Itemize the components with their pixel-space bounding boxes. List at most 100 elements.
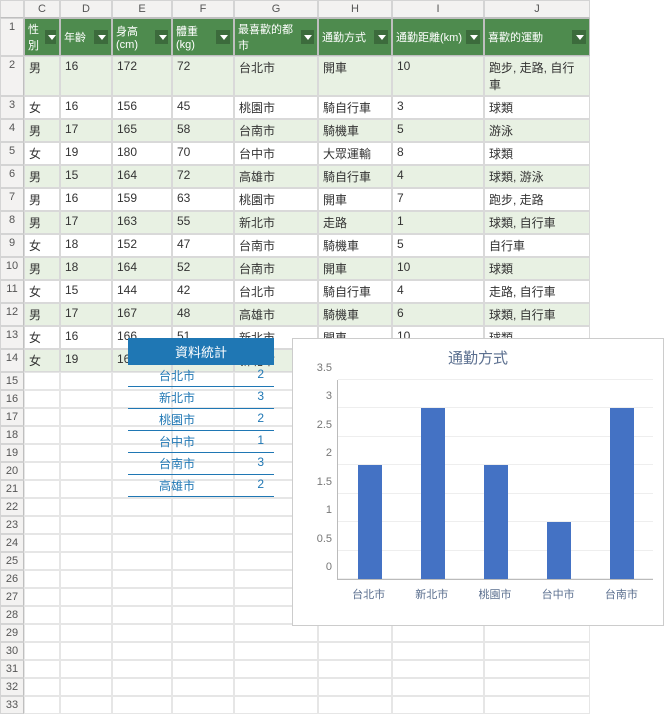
cell[interactable]: 18 [60,257,112,280]
cell[interactable]: 球類 [484,142,590,165]
cell[interactable]: 163 [112,211,172,234]
cell[interactable] [172,588,234,606]
cell[interactable]: 男 [24,303,60,326]
cell[interactable]: 球類 [484,257,590,280]
cell[interactable]: 桃園市 [234,188,318,211]
cell[interactable] [484,624,590,642]
cell[interactable]: 男 [24,56,60,96]
cell[interactable]: 17 [60,303,112,326]
cell[interactable]: 男 [24,188,60,211]
cell[interactable] [24,426,60,444]
cell[interactable]: 4 [392,165,484,188]
col-header[interactable]: I [392,0,484,18]
cell[interactable] [60,606,112,624]
cell[interactable]: 1 [392,211,484,234]
cell[interactable] [112,696,172,714]
cell[interactable]: 58 [172,119,234,142]
row-header[interactable]: 2 [0,56,24,96]
cell[interactable]: 騎自行車 [318,165,392,188]
cell[interactable] [172,696,234,714]
cell[interactable] [112,606,172,624]
cell[interactable]: 騎自行車 [318,96,392,119]
row-header[interactable]: 31 [0,660,24,678]
cell[interactable]: 台中市 [234,142,318,165]
cell[interactable]: 女 [24,96,60,119]
table-header[interactable]: 通勤距離(km) [392,18,484,56]
cell[interactable] [60,552,112,570]
cell[interactable] [172,624,234,642]
row-header[interactable]: 14 [0,349,24,372]
row-header[interactable]: 3 [0,96,24,119]
cell[interactable] [112,534,172,552]
row-header[interactable]: 1 [0,18,24,56]
cell[interactable] [112,624,172,642]
cell[interactable] [24,462,60,480]
cell[interactable] [318,696,392,714]
cell[interactable] [392,678,484,696]
cell[interactable]: 球類, 游泳 [484,165,590,188]
table-header[interactable]: 最喜歡的都市 [234,18,318,56]
row-header[interactable]: 4 [0,119,24,142]
cell[interactable]: 男 [24,257,60,280]
cell[interactable]: 144 [112,280,172,303]
cell[interactable] [172,552,234,570]
cell[interactable] [60,660,112,678]
cell[interactable]: 5 [392,234,484,257]
row-header[interactable]: 26 [0,570,24,588]
cell[interactable]: 騎機車 [318,119,392,142]
cell[interactable]: 3 [392,96,484,119]
cell[interactable]: 52 [172,257,234,280]
cell[interactable]: 開車 [318,257,392,280]
cell[interactable]: 騎機車 [318,303,392,326]
row-header[interactable]: 24 [0,534,24,552]
col-header[interactable]: H [318,0,392,18]
row-header[interactable]: 32 [0,678,24,696]
cell[interactable]: 高雄市 [234,165,318,188]
cell[interactable] [60,372,112,390]
cell[interactable]: 19 [60,349,112,372]
cell[interactable] [484,678,590,696]
cell[interactable]: 18 [60,234,112,257]
cell[interactable] [60,642,112,660]
row-header[interactable]: 29 [0,624,24,642]
cell[interactable]: 55 [172,211,234,234]
cell[interactable]: 跑步, 走路 [484,188,590,211]
row-header[interactable]: 30 [0,642,24,660]
cell[interactable] [60,426,112,444]
cell[interactable]: 男 [24,119,60,142]
cell[interactable] [392,696,484,714]
cell[interactable] [60,696,112,714]
cell[interactable]: 女 [24,234,60,257]
cell[interactable] [234,624,318,642]
cell[interactable] [234,642,318,660]
filter-dropdown-icon[interactable] [45,30,56,44]
cell[interactable]: 15 [60,165,112,188]
filter-dropdown-icon[interactable] [466,30,480,44]
cell[interactable] [172,660,234,678]
row-header[interactable]: 27 [0,588,24,606]
row-header[interactable]: 17 [0,408,24,426]
cell[interactable]: 16 [60,56,112,96]
cell[interactable]: 女 [24,280,60,303]
cell[interactable] [24,696,60,714]
cell[interactable]: 騎機車 [318,234,392,257]
row-header[interactable]: 19 [0,444,24,462]
row-header[interactable]: 12 [0,303,24,326]
cell[interactable]: 球類, 自行車 [484,211,590,234]
row-header[interactable]: 10 [0,257,24,280]
row-header[interactable]: 9 [0,234,24,257]
cell[interactable]: 男 [24,211,60,234]
col-header[interactable]: F [172,0,234,18]
row-header[interactable]: 11 [0,280,24,303]
cell[interactable] [60,408,112,426]
cell[interactable]: 70 [172,142,234,165]
cell[interactable] [172,516,234,534]
row-header[interactable]: 15 [0,372,24,390]
cell[interactable] [60,462,112,480]
cell[interactable]: 自行車 [484,234,590,257]
col-header[interactable]: G [234,0,318,18]
filter-dropdown-icon[interactable] [94,30,108,44]
cell[interactable] [60,480,112,498]
cell[interactable]: 台南市 [234,119,318,142]
cell[interactable] [112,678,172,696]
